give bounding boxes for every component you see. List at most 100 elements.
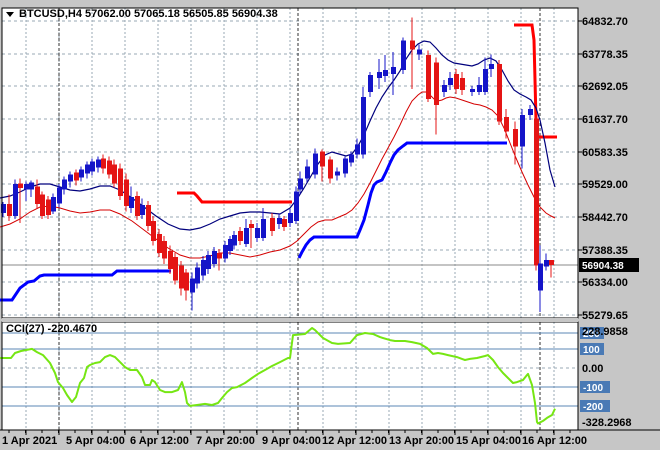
candle-body-down <box>534 118 539 266</box>
candle-body-down <box>135 196 140 217</box>
candle-body-up <box>195 267 200 284</box>
time-tick-label: 13 Apr 20:00 <box>389 435 454 447</box>
candle-body-up <box>477 85 482 92</box>
cci-extreme-label: -328.2968 <box>582 417 632 429</box>
candle-body-up <box>288 213 293 223</box>
candle-body-up <box>57 187 62 204</box>
candle-body-up <box>244 227 249 244</box>
candle-body-up <box>355 144 360 155</box>
candle-body-down <box>7 204 12 217</box>
candle-body-down <box>328 159 333 179</box>
candle-body-up <box>255 227 260 239</box>
price-tick-label: 57388.35 <box>582 245 628 257</box>
candle-body-down <box>249 223 254 228</box>
cci-indicator-label: CCI(27) -220.4670 <box>6 323 97 335</box>
cci-level-badge: -100 <box>583 383 603 394</box>
candle-body-up <box>528 108 533 115</box>
candle-body-down <box>549 260 554 265</box>
candle-body-up <box>212 250 217 264</box>
candle-body-up <box>298 178 303 190</box>
candle-body-down <box>513 128 518 147</box>
candle-body-up <box>313 153 318 175</box>
candle-body-down <box>179 265 184 289</box>
candle-body-up <box>368 75 373 92</box>
candle-body-up <box>383 70 388 77</box>
candle-body-down <box>426 55 431 99</box>
cci-level-badge: -200 <box>583 402 603 413</box>
candle-body-down <box>35 186 40 205</box>
candle-body-up <box>51 197 56 212</box>
candle-body-up <box>520 114 525 147</box>
candle-body-down <box>184 272 189 291</box>
time-tick-label: 15 Apr 04:00 <box>456 435 521 447</box>
price-tick-label: 61637.70 <box>582 114 628 126</box>
time-tick-label: 16 Apr 12:00 <box>522 435 587 447</box>
candle-body-up <box>190 278 195 293</box>
time-tick-label: 7 Apr 20:00 <box>196 435 255 447</box>
candle-body-down <box>157 234 162 253</box>
candle-body-up <box>483 69 488 92</box>
candle-body-down <box>282 218 287 227</box>
candle-body-up <box>417 49 422 55</box>
candle-body-up <box>305 166 310 179</box>
candle-body-up <box>223 244 228 259</box>
candle-body-down <box>107 160 112 175</box>
candle-body-down <box>320 151 325 167</box>
price-tick-label: 62692.05 <box>582 81 628 93</box>
candle-body-up <box>79 169 84 178</box>
candle-body-up <box>90 161 95 172</box>
candle-body-up <box>489 64 494 70</box>
cci-zero-label: 0.00 <box>582 363 603 375</box>
candle-body-down <box>410 40 415 50</box>
candle-body-down <box>497 64 502 122</box>
time-tick-label: 9 Apr 04:00 <box>262 435 321 447</box>
candle-body-down <box>112 164 117 184</box>
candle-body-up <box>140 205 145 215</box>
candle-body-up <box>277 218 282 224</box>
candle-body-up <box>361 97 366 155</box>
candle-body-up <box>377 72 382 79</box>
candle-body-up <box>68 174 73 182</box>
candle-body-down <box>434 62 439 105</box>
price-tick-label: 59529.00 <box>582 179 628 191</box>
candle-body-up <box>13 184 18 217</box>
price-tick-label: 56334.00 <box>582 277 628 289</box>
candle-body-up <box>538 263 543 291</box>
candle-body-down <box>74 172 79 181</box>
cci-level-badge: 100 <box>583 345 600 356</box>
candle-body-down <box>460 78 465 91</box>
candle-body-down <box>168 250 173 269</box>
candle-body-down <box>46 199 51 215</box>
candle-body-up <box>442 85 447 92</box>
candle-body-down <box>124 179 129 207</box>
current-price-label: 56904.38 <box>582 261 624 272</box>
candle-body-down <box>118 168 123 197</box>
time-tick-label: 5 Apr 04:00 <box>66 435 125 447</box>
candle-body-up <box>544 260 549 267</box>
candle-body-up <box>201 259 206 276</box>
candle-body-down <box>173 256 178 281</box>
panel-splitter[interactable] <box>2 318 578 322</box>
candle-body-up <box>343 158 348 174</box>
candle-body-up <box>401 40 406 71</box>
price-tick-label: 64832.70 <box>582 16 628 28</box>
candle-body-up <box>96 159 101 168</box>
candle-body-down <box>146 205 151 227</box>
candle-body-down <box>270 218 275 231</box>
candle-body-up <box>391 67 396 75</box>
candle-body-up <box>24 184 29 190</box>
cci-extreme-label: 228.9858 <box>582 326 628 338</box>
candlestick-chart[interactable]: 64832.70 63778.35 62692.05 61637.70 60583.35… <box>0 0 660 450</box>
candle-body-down <box>151 221 156 241</box>
candle-body-up <box>206 254 211 269</box>
candle-body-down <box>40 194 45 217</box>
time-tick-label: 1 Apr 2021 <box>2 435 57 447</box>
candle-body-down <box>504 116 509 132</box>
price-tick-label: 55279.65 <box>582 310 628 322</box>
candle-body-up <box>349 154 354 163</box>
candle-body-down <box>454 74 459 90</box>
candle-body-up <box>294 191 299 222</box>
candle-body-up <box>470 89 475 92</box>
candle-body-up <box>232 234 237 246</box>
time-tick-label: 12 Apr 12:00 <box>322 435 387 447</box>
